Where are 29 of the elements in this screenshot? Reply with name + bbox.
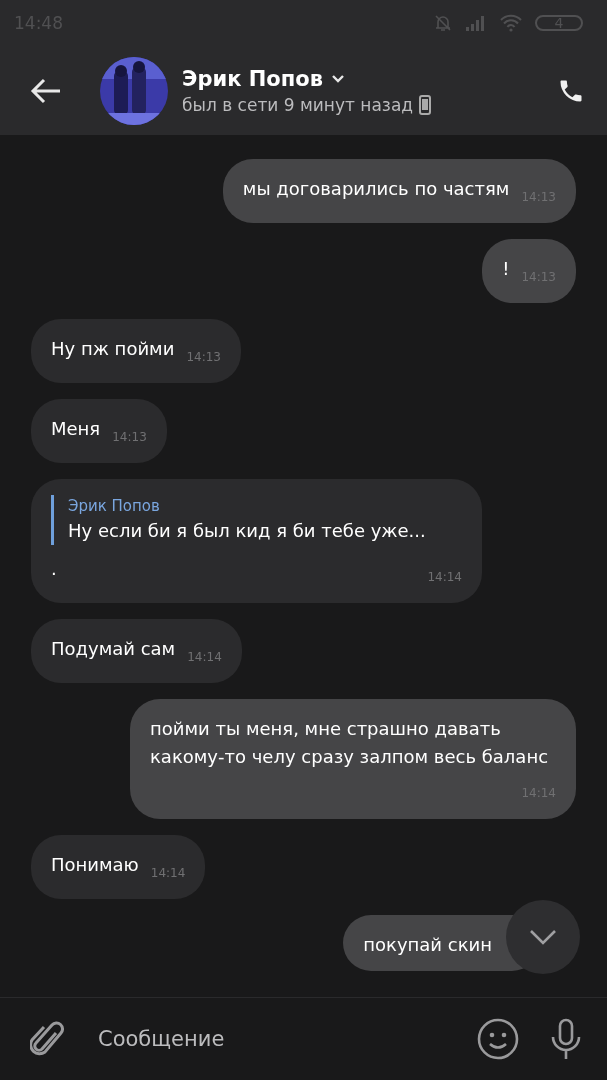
phone-device-icon [419,94,432,115]
quoted-author: Эрик Попов [68,496,161,517]
message-text: Ну пж пойми [51,338,175,359]
quoted-message[interactable]: Эрик Попов Ну если би я был кид я би тебе уже... [51,495,462,545]
message-input[interactable]: Сообщение [96,1026,477,1052]
message-time: 14:14 [150,865,186,882]
message-text: Понимаю [51,854,139,875]
quoted-text: Ну если би я был кид я би тебе уже... [68,519,427,543]
message-text: пойми ты меня, мне страшно давать какому-то челу сразу залпом весь баланс [150,718,549,767]
microphone-icon[interactable] [549,1018,583,1060]
message-time: 14:13 [186,349,221,366]
message-text: мы договарились по частям [242,178,510,199]
contact-name[interactable]: Эрик Попов [182,66,323,91]
message-time: 14:14 [187,649,222,666]
signal-icon [465,14,487,32]
last-seen-status: был в сети 9 минут назад [182,94,414,115]
message-text: покупай скин [363,934,492,955]
message-time: 14:13 [112,429,147,446]
bell-off-icon [433,13,453,33]
chevron-down-icon [529,929,557,945]
message-text: Меня [51,418,101,439]
smiley-icon[interactable] [477,1018,519,1060]
message-text: . [51,558,57,579]
message-text: ! [502,258,510,279]
back-arrow-icon[interactable] [30,77,62,104]
message-text: Подумай сам [51,638,176,659]
chevron-down-icon[interactable] [330,74,345,83]
message-time: 14:14 [427,569,462,586]
wifi-icon [499,14,523,32]
